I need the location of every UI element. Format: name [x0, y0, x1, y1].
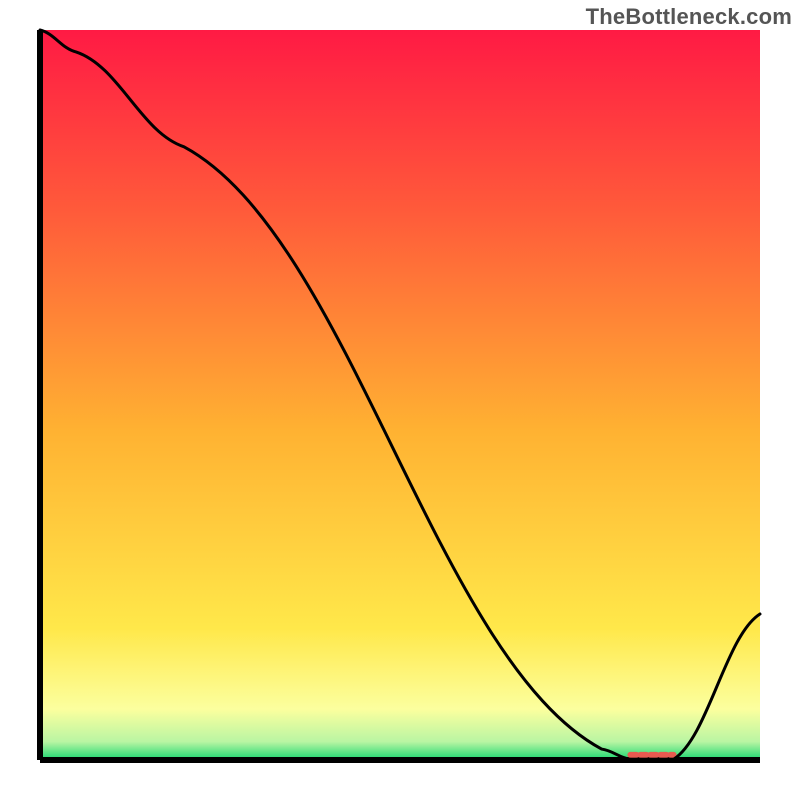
chart-svg [0, 0, 800, 800]
chart-container: TheBottleneck.com [0, 0, 800, 800]
plot-background [40, 30, 760, 760]
watermark-text: TheBottleneck.com [586, 4, 792, 30]
